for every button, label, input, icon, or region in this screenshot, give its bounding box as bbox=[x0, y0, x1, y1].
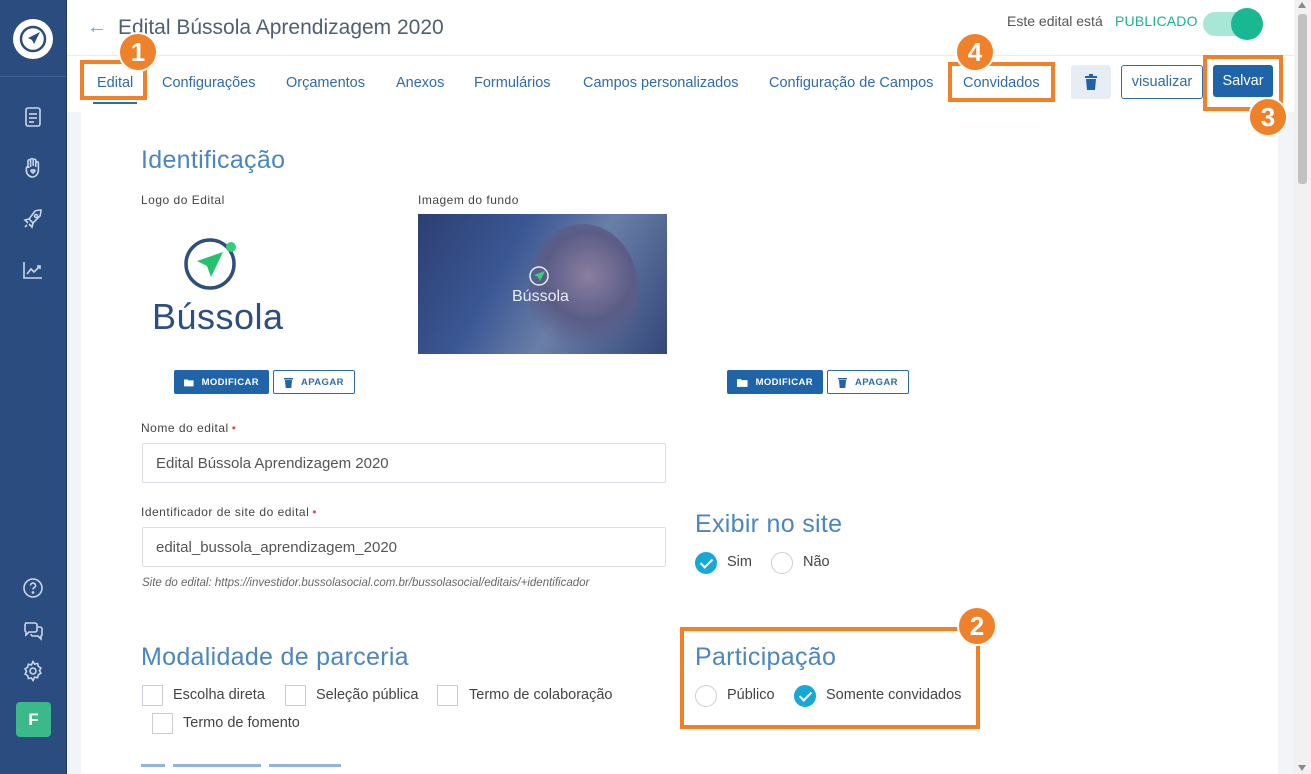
section-title-modalidade: Modalidade de parceria bbox=[141, 643, 409, 671]
trash-icon bbox=[1085, 74, 1097, 90]
delete-button[interactable] bbox=[1071, 65, 1111, 99]
background-delete-button[interactable]: APAGAR bbox=[827, 370, 909, 394]
scrollbar-thumb[interactable] bbox=[1298, 14, 1307, 184]
radio-participacao-convidados-label: Somente convidados bbox=[826, 687, 962, 703]
checkbox-escolha-direta-label: Escolha direta bbox=[173, 687, 265, 703]
background-modify-label: MODIFICAR bbox=[755, 376, 813, 388]
logo-delete-button[interactable]: APAGAR bbox=[273, 370, 355, 394]
app-logo[interactable] bbox=[13, 19, 53, 59]
folder-icon bbox=[737, 378, 748, 387]
toggle-knob bbox=[1231, 8, 1263, 40]
folder-icon bbox=[184, 378, 194, 386]
sidebar: F bbox=[0, 0, 67, 774]
document-icon[interactable] bbox=[20, 104, 46, 130]
compass-icon bbox=[19, 25, 47, 53]
background-modify-button[interactable]: MODIFICAR bbox=[727, 370, 823, 394]
checkbox-termo-fomento[interactable] bbox=[152, 713, 173, 734]
view-button[interactable]: visualizar bbox=[1121, 65, 1203, 99]
annotation-badge-2: 2 bbox=[957, 606, 997, 646]
slug-field-label: Identificador de site do edital • bbox=[141, 505, 317, 519]
background-delete-label: APAGAR bbox=[855, 376, 898, 388]
tab-orcamentos[interactable]: Orçamentos bbox=[286, 66, 365, 100]
checkbox-termo-fomento-label: Termo de fomento bbox=[183, 715, 300, 731]
slug-input[interactable]: edital_bussola_aprendizagem_2020 bbox=[142, 527, 666, 567]
annotation-badge-4: 4 bbox=[955, 32, 995, 72]
user-avatar[interactable]: F bbox=[16, 702, 51, 737]
checkbox-termo-colaboracao-label: Termo de colaboração bbox=[469, 687, 613, 703]
slug-hint: Site do edital: https://investidor.busso… bbox=[142, 577, 590, 589]
radio-exibir-nao-label: Não bbox=[803, 554, 830, 570]
required-mark: • bbox=[231, 421, 237, 435]
logo-wordmark: Bússola bbox=[152, 296, 284, 337]
trash-icon bbox=[284, 377, 293, 388]
logo-label: Logo do Edital bbox=[141, 193, 225, 207]
tab-configuracoes[interactable]: Configurações bbox=[162, 66, 256, 100]
checkbox-selecao-publica-label: Seleção pública bbox=[316, 687, 419, 703]
radio-exibir-sim-label: Sim bbox=[727, 554, 752, 570]
rocket-icon[interactable] bbox=[20, 206, 46, 232]
name-input[interactable]: Edital Bússola Aprendizagem 2020 bbox=[142, 443, 666, 483]
radio-exibir-nao[interactable] bbox=[771, 552, 793, 574]
background-wordmark: Bússola bbox=[512, 288, 569, 305]
radio-participacao-publico[interactable] bbox=[695, 685, 717, 707]
section-title-exibir: Exibir no site bbox=[695, 510, 843, 538]
radio-participacao-publico-label: Público bbox=[727, 687, 775, 703]
checkbox-termo-colaboracao[interactable] bbox=[437, 685, 458, 706]
background-image-label: Imagem do fundo bbox=[418, 193, 519, 207]
radio-exibir-sim[interactable] bbox=[695, 552, 717, 574]
header: ← Edital Bússola Aprendizagem 2020 Este … bbox=[67, 0, 1311, 112]
compass-logo-icon bbox=[184, 238, 236, 290]
sidebar-divider bbox=[0, 76, 66, 77]
name-field-label: Nome do edital • bbox=[141, 421, 236, 435]
help-icon[interactable] bbox=[20, 575, 46, 601]
chat-icon[interactable] bbox=[20, 617, 46, 643]
annotation-badge-1: 1 bbox=[118, 32, 158, 72]
required-mark: • bbox=[312, 505, 317, 519]
back-arrow-icon[interactable]: ← bbox=[87, 16, 107, 39]
compass-watermark-icon bbox=[529, 266, 549, 286]
tab-campos-personalizados[interactable]: Campos personalizados bbox=[583, 66, 739, 100]
section-title-identificacao: Identificação bbox=[141, 146, 286, 174]
slug-label-text: Identificador de site do edital bbox=[141, 505, 310, 519]
radio-participacao-convidados[interactable] bbox=[794, 685, 816, 707]
hand-heart-icon[interactable] bbox=[20, 155, 46, 181]
scroll-up-arrow-icon[interactable] bbox=[1298, 2, 1306, 8]
status-value: PUBLICADO bbox=[1115, 13, 1198, 29]
checkbox-escolha-direta[interactable] bbox=[142, 685, 163, 706]
checkbox-selecao-publica[interactable] bbox=[285, 685, 306, 706]
next-section-heading-clipped bbox=[141, 764, 351, 774]
section-title-participacao: Participação bbox=[695, 643, 837, 671]
edital-logo-image: Bússola bbox=[150, 232, 283, 342]
publish-toggle[interactable] bbox=[1203, 8, 1263, 40]
logo-modify-button[interactable]: MODIFICAR bbox=[174, 370, 269, 394]
page-title: Edital Bússola Aprendizagem 2020 bbox=[118, 16, 444, 39]
name-label-text: Nome do edital bbox=[141, 421, 229, 435]
header-divider bbox=[67, 55, 1295, 56]
annotation-badge-3: 3 bbox=[1248, 97, 1288, 137]
tab-configuracao-campos[interactable]: Configuração de Campos bbox=[769, 66, 933, 100]
chart-line-icon[interactable] bbox=[20, 257, 46, 283]
clipped-heading-strokes bbox=[141, 764, 341, 767]
scrollbar[interactable] bbox=[1294, 0, 1311, 774]
scroll-down-arrow-icon[interactable] bbox=[1298, 765, 1306, 771]
tab-anexos[interactable]: Anexos bbox=[396, 66, 444, 100]
background-image: Bússola bbox=[418, 214, 667, 354]
tab-formularios[interactable]: Formulários bbox=[474, 66, 551, 100]
save-button[interactable]: Salvar bbox=[1213, 65, 1273, 97]
logo-delete-label: APAGAR bbox=[301, 376, 344, 388]
status-label: Este edital está bbox=[1007, 13, 1103, 29]
gear-icon[interactable] bbox=[20, 658, 46, 684]
logo-modify-label: MODIFICAR bbox=[201, 376, 259, 388]
tab-edital[interactable]: Edital bbox=[92, 66, 138, 104]
trash-icon bbox=[838, 377, 847, 388]
